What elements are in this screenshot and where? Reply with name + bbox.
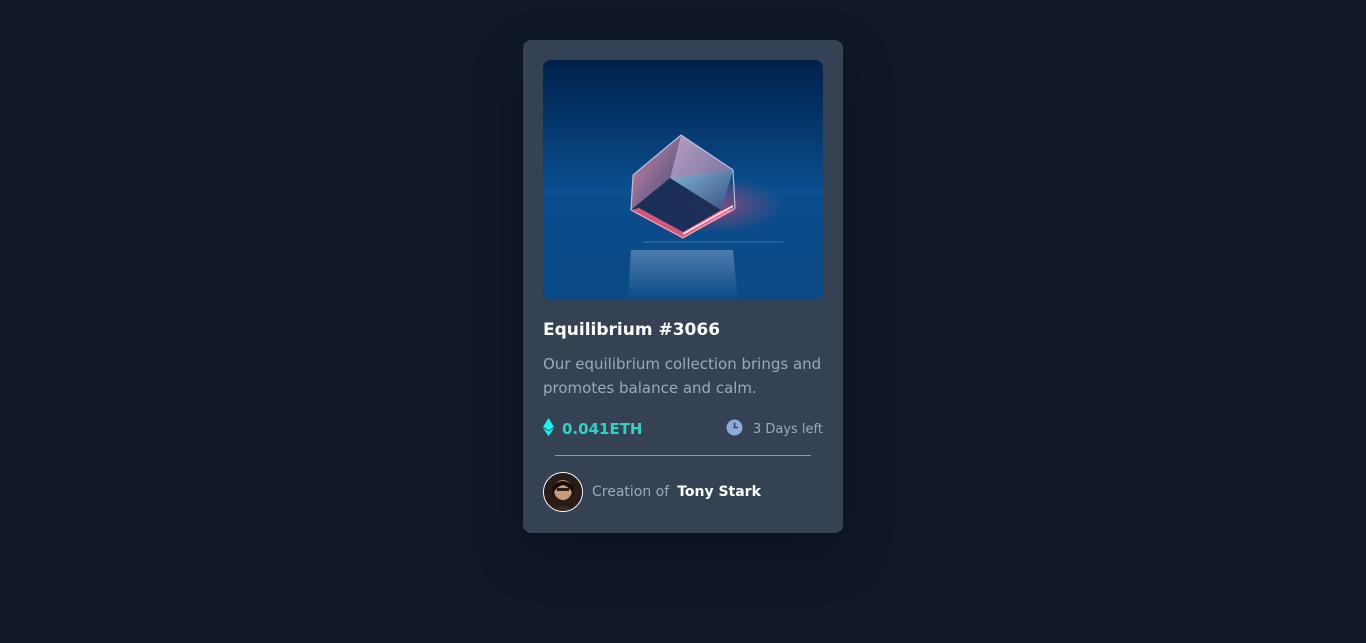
cube-artwork bbox=[543, 60, 823, 300]
avatar bbox=[543, 472, 583, 512]
creator-name-link[interactable]: Tony Stark bbox=[677, 484, 761, 500]
nft-description: Our equilibrium collection brings and pr… bbox=[543, 355, 822, 397]
time-left-value: 3 Days left bbox=[752, 421, 823, 437]
nft-title[interactable]: Equilibrium #3066 bbox=[543, 320, 823, 340]
creation-label: Creation of bbox=[592, 484, 670, 500]
nft-card: Equilibrium #3066 Our equilibrium collec… bbox=[523, 40, 843, 533]
time-remaining: 3 Days left bbox=[726, 419, 823, 440]
creator-row: Creation of Tony Stark bbox=[543, 472, 823, 512]
nft-meta-row: 0.041ETH 3 Days left bbox=[543, 417, 823, 441]
ethereum-icon bbox=[543, 418, 554, 440]
divider bbox=[555, 455, 811, 456]
clock-icon bbox=[726, 419, 743, 440]
price-value: 0.041ETH bbox=[562, 420, 643, 438]
nft-artwork-image[interactable] bbox=[543, 60, 823, 300]
price: 0.041ETH bbox=[543, 418, 642, 440]
